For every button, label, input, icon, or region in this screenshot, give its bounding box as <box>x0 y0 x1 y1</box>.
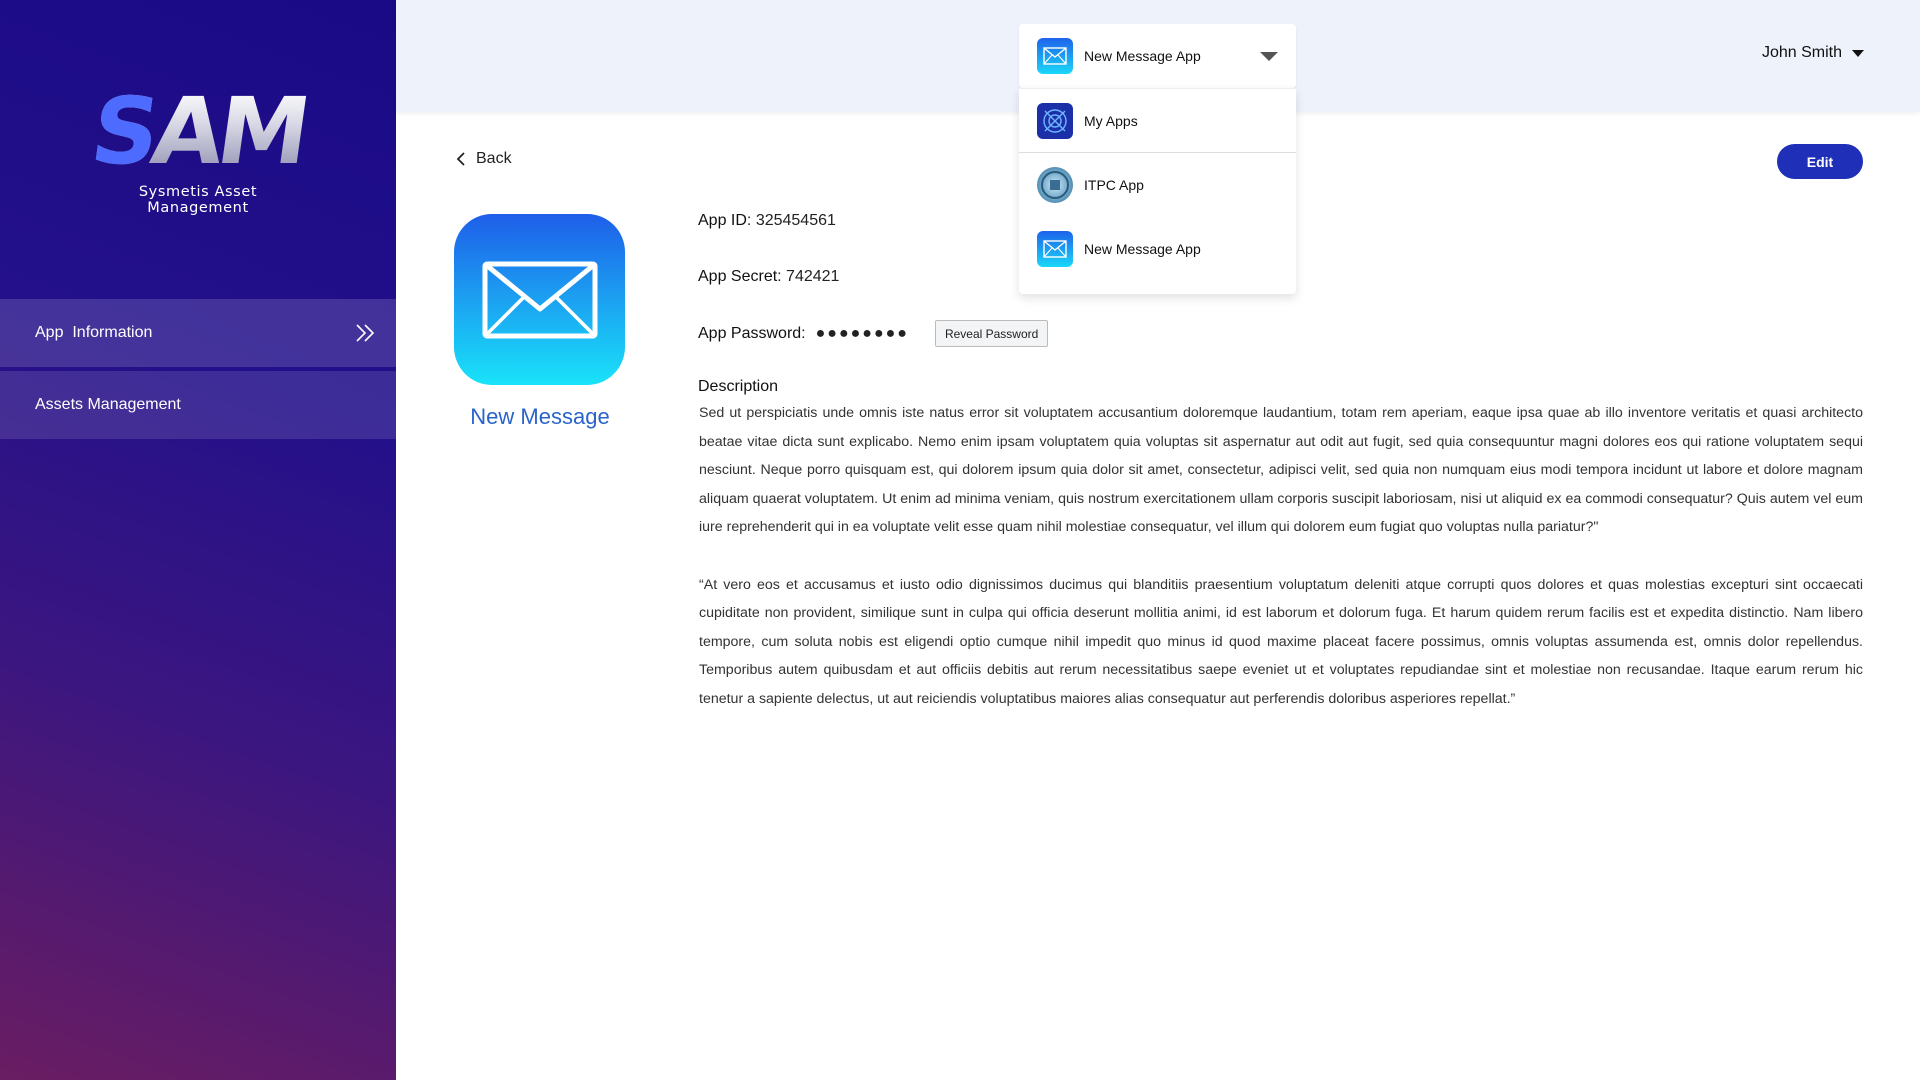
chevron-down-icon <box>1260 51 1278 61</box>
app-dropdown-menu: My Apps ITPC App New Message App <box>1019 88 1296 294</box>
reveal-password-button[interactable]: Reveal Password <box>934 320 1049 347</box>
dropdown-item-my-apps[interactable]: My Apps <box>1019 89 1296 153</box>
sidebar-item-assets-management[interactable]: Assets Management <box>0 371 396 439</box>
app-id-row: App ID : 325454561 <box>698 212 836 230</box>
mail-icon <box>1037 38 1073 74</box>
logo-subtitle: Sysmetis Asset Management <box>138 184 258 216</box>
sidebar-item-app-information[interactable]: App Information <box>0 299 396 367</box>
app-secret-label: App Secret <box>698 268 778 285</box>
dropdown-item-label: New Message App <box>1084 241 1201 257</box>
sidebar-nav: App Information Assets Management <box>0 299 396 443</box>
sidebar-item-label: App Information <box>35 324 153 341</box>
sidebar: SAM Sysmetis Asset Management App Inform… <box>0 0 396 1080</box>
description-paragraph: Sed ut perspiciatis unde omnis iste natu… <box>699 405 1863 536</box>
my-apps-icon <box>1037 102 1073 139</box>
app-id-label: App ID <box>698 212 747 229</box>
app-password-colon: : <box>801 324 806 342</box>
app-secret-row: App Secret : 742421 <box>698 268 839 286</box>
itpc-logo-icon <box>1037 167 1073 203</box>
logo-wordmark: SAM <box>85 78 312 185</box>
dropdown-item-label: My Apps <box>1084 112 1138 129</box>
app-name: New Message <box>470 404 610 429</box>
app-secret-value: : 742421 <box>777 268 840 285</box>
app-password-row: App Password : ●●●●●●●● Reveal Password <box>698 320 1049 347</box>
user-menu[interactable]: John Smith <box>1762 44 1864 62</box>
description-body: Sed ut perspiciatis unde omnis iste natu… <box>699 399 1863 714</box>
back-label: Back <box>476 150 512 167</box>
dropdown-item-label: ITPC App <box>1084 177 1144 193</box>
dropdown-item-itpc-app[interactable]: ITPC App <box>1019 153 1296 217</box>
double-chevron-right-icon <box>356 324 375 342</box>
mail-icon <box>1037 231 1073 267</box>
sidebar-item-label: Assets Management <box>35 396 181 413</box>
dropdown-item-new-message-app[interactable]: New Message App <box>1019 217 1296 281</box>
edit-button[interactable]: Edit <box>1777 144 1863 179</box>
back-link[interactable]: Back <box>456 150 512 168</box>
user-name: John Smith <box>1761 44 1842 61</box>
app-password-mask: ●●●●●●●● <box>815 324 909 342</box>
app-selector[interactable]: New Message App <box>1019 24 1296 88</box>
caret-down-icon <box>1852 49 1864 57</box>
app-icon-large <box>454 214 625 385</box>
description-title: Description <box>698 378 779 395</box>
selected-app-name: New Message App <box>1084 48 1201 64</box>
app-password-label: App Password <box>698 324 802 342</box>
app-id-value: : 325454561 <box>746 212 836 229</box>
chevron-left-icon <box>456 152 465 166</box>
sam-logo[interactable]: SAM Sysmetis Asset Management <box>85 78 306 216</box>
mail-icon <box>482 261 597 338</box>
description-paragraph: “At vero eos et accusamus et iusto odio … <box>699 576 1863 707</box>
